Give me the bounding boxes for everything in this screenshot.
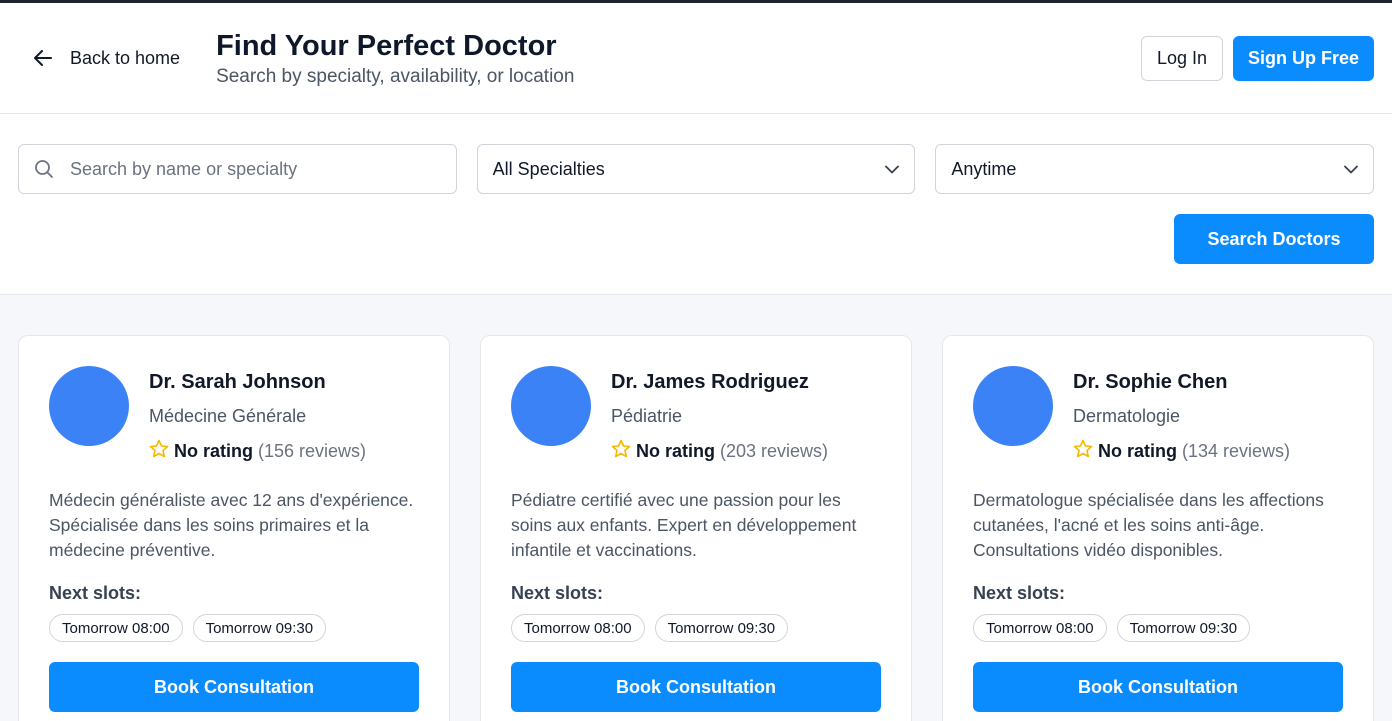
doctor-card-header: Dr. Sophie Chen Dermatologie No rating (… [973,366,1343,463]
search-filters: Search by name or specialty All Specialt… [0,114,1392,295]
doctor-name: Dr. James Rodriguez [611,371,809,393]
rating-text: No rating [636,440,715,461]
doctor-description: Pédiatre certifié avec une passion pour … [511,490,857,560]
star-icon [611,439,631,463]
book-consultation-button[interactable]: Book Consultation [973,662,1343,712]
specialty-select[interactable]: All Specialties [476,144,916,194]
doctor-card: Dr. Sarah Johnson Médecine Générale No r… [18,335,450,721]
page-header: Back to home Find Your Perfect Doctor Se… [0,3,1392,114]
doctor-name: Dr. Sophie Chen [1073,371,1228,393]
page-subtitle: Search by specialty, availability, or lo… [216,65,575,87]
arrow-left-icon [30,47,56,69]
doctor-specialty: Dermatologie [1073,406,1181,426]
slot-list: Tomorrow 08:00 Tomorrow 09:30 [511,614,881,642]
avatar [511,366,591,446]
review-count: (156 reviews) [258,440,367,461]
avatar [49,366,129,446]
doctor-info: Dr. Sophie Chen Dermatologie No rating (… [1073,366,1290,463]
back-to-home-label: Back to home [70,47,181,68]
signup-button[interactable]: Sign Up Free [1232,35,1374,81]
book-consultation-button[interactable]: Book Consultation [511,662,881,712]
search-icon [34,159,54,179]
slot-chip[interactable]: Tomorrow 08:00 [511,614,645,642]
slot-chip[interactable]: Tomorrow 08:00 [973,614,1107,642]
doctor-rating: No rating (156 reviews) [149,439,366,463]
star-icon [1073,439,1093,463]
back-to-home-link[interactable]: Back to home [30,47,180,69]
next-slots-label: Next slots: [511,583,604,603]
rating-text: No rating [1098,440,1177,461]
doctor-info: Dr. Sarah Johnson Médecine Générale No r… [149,366,366,463]
page-title: Find Your Perfect Doctor [216,29,557,62]
doctor-card: Dr. James Rodriguez Pédiatrie No rating … [480,335,912,721]
availability-select-value: Anytime [951,158,1017,179]
avatar [973,366,1053,446]
search-placeholder: Search by name or specialty [70,158,298,179]
slot-list: Tomorrow 08:00 Tomorrow 09:30 [973,614,1343,642]
rating-text: No rating [174,440,253,461]
star-icon [149,439,169,463]
doctor-card-header: Dr. James Rodriguez Pédiatrie No rating … [511,366,881,463]
filter-row: Search by name or specialty All Specialt… [18,144,1375,194]
specialty-select-value: All Specialties [492,158,605,179]
auth-buttons: Log In Sign Up Free [1140,35,1374,81]
review-count: (203 reviews) [720,440,829,461]
doctor-specialty: Pédiatrie [611,406,683,426]
doctor-card: Dr. Sophie Chen Dermatologie No rating (… [942,335,1374,721]
slot-chip[interactable]: Tomorrow 09:30 [1116,614,1251,642]
doctor-cards: Dr. Sarah Johnson Médecine Générale No r… [0,295,1392,721]
chevron-down-icon [1344,165,1358,174]
doctor-card-header: Dr. Sarah Johnson Médecine Générale No r… [49,366,419,463]
login-button[interactable]: Log In [1140,35,1223,81]
title-block: Find Your Perfect Doctor Search by speci… [216,29,574,88]
slot-chip[interactable]: Tomorrow 09:30 [654,614,789,642]
next-slots-label: Next slots: [49,583,142,603]
doctor-rating: No rating (203 reviews) [611,439,828,463]
slot-chip[interactable]: Tomorrow 09:30 [192,614,327,642]
search-input[interactable]: Search by name or specialty [18,144,457,194]
book-consultation-button[interactable]: Book Consultation [49,662,419,712]
doctor-name: Dr. Sarah Johnson [149,371,326,393]
doctor-description: Médecin généraliste avec 12 ans d'expéri… [49,490,414,560]
doctor-description: Dermatologue spécialisée dans les affect… [973,490,1324,560]
slot-list: Tomorrow 08:00 Tomorrow 09:30 [49,614,419,642]
slot-chip[interactable]: Tomorrow 08:00 [49,614,183,642]
doctor-info: Dr. James Rodriguez Pédiatrie No rating … [611,366,828,463]
doctor-rating: No rating (134 reviews) [1073,439,1290,463]
availability-select[interactable]: Anytime [935,144,1375,194]
search-row: Search Doctors [18,214,1374,264]
review-count: (134 reviews) [1182,440,1291,461]
doctor-specialty: Médecine Générale [149,406,307,426]
search-doctors-button[interactable]: Search Doctors [1174,214,1374,264]
next-slots-label: Next slots: [973,583,1066,603]
chevron-down-icon [885,165,900,174]
